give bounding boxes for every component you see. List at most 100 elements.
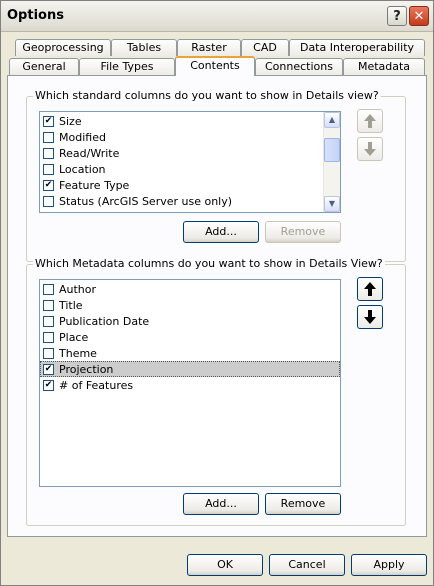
checkbox[interactable]: [43, 299, 54, 311]
close-icon: ✕: [413, 8, 425, 24]
standard-add-button[interactable]: Add...: [183, 221, 259, 243]
help-icon: ?: [393, 8, 401, 24]
list-item-label: Author: [59, 282, 97, 296]
tab-label: Geoprocessing: [22, 41, 104, 54]
checkbox[interactable]: [43, 283, 54, 295]
list-item-label: Modified: [59, 130, 106, 144]
list-item-label: Theme: [59, 346, 97, 360]
chevron-up-icon: ▲: [328, 115, 336, 124]
checkbox[interactable]: [43, 315, 54, 327]
metadata-remove-button[interactable]: Remove: [265, 493, 341, 515]
tab-data-interoperability[interactable]: Data Interoperability: [289, 39, 425, 56]
standard-move-up-button[interactable]: [357, 109, 383, 133]
tab-connections[interactable]: Connections: [255, 58, 343, 75]
apply-button[interactable]: Apply: [351, 554, 427, 576]
checkbox[interactable]: [43, 347, 54, 359]
tab-label: Raster: [191, 41, 227, 54]
metadata-columns-rows: Author Title Publication Date Place Theme ✔ Pr…: [40, 280, 340, 393]
tab-file-types[interactable]: File Types: [79, 58, 175, 75]
checkbox[interactable]: [43, 131, 54, 143]
list-item-label: # of Features: [59, 378, 134, 392]
title-bar: Options ? ✕: [1, 1, 433, 32]
metadata-columns-group: Which Metadata columns do you want to sh…: [26, 257, 406, 526]
tab-cad[interactable]: CAD: [241, 39, 289, 56]
chevron-down-icon: ▼: [328, 199, 336, 208]
tab-metadata[interactable]: Metadata: [343, 58, 425, 75]
tab-geoprocessing[interactable]: Geoprocessing: [15, 39, 111, 56]
button-label: Add...: [205, 225, 237, 238]
list-item[interactable]: Modified: [40, 129, 340, 145]
list-item[interactable]: Publication Date: [40, 313, 340, 329]
list-item[interactable]: Read/Write: [40, 145, 340, 161]
metadata-move-down-button[interactable]: [357, 305, 383, 329]
list-item-label: Feature Type: [59, 178, 130, 192]
list-item-label: Size: [59, 114, 82, 128]
close-button[interactable]: ✕: [409, 6, 429, 26]
scroll-down-button[interactable]: ▼: [324, 196, 340, 212]
standard-columns-group: Which standard columns do you want to sh…: [26, 89, 406, 262]
arrow-down-icon: [364, 142, 376, 156]
tab-tables[interactable]: Tables: [111, 39, 177, 56]
list-item[interactable]: Author: [40, 281, 340, 297]
tab-label: Data Interoperability: [299, 41, 415, 54]
ok-button[interactable]: OK: [187, 554, 263, 576]
tab-contents[interactable]: Contents: [175, 56, 255, 76]
metadata-columns-list[interactable]: Author Title Publication Date Place Theme ✔ Pr…: [39, 279, 341, 487]
checkbox[interactable]: ✔: [43, 115, 54, 127]
help-button[interactable]: ?: [387, 6, 407, 26]
list-item-label: Status (ArcGIS Server use only): [59, 194, 233, 208]
list-item-label: Read/Write: [59, 146, 120, 160]
button-label: OK: [217, 558, 233, 571]
arrow-down-icon: [364, 310, 376, 324]
standard-columns-scrollbar[interactable]: ▲ ▼: [323, 112, 340, 212]
button-label: Apply: [373, 558, 405, 571]
cancel-button[interactable]: Cancel: [269, 554, 345, 576]
tab-general[interactable]: General: [9, 58, 79, 75]
scroll-up-button[interactable]: ▲: [324, 112, 340, 128]
list-item[interactable]: Title: [40, 297, 340, 313]
standard-remove-button[interactable]: Remove: [265, 221, 341, 243]
list-item-label: Publication Date: [59, 314, 150, 328]
tab-label: Metadata: [357, 60, 411, 73]
checkbox[interactable]: [43, 331, 54, 343]
checkbox[interactable]: ✔: [43, 179, 54, 191]
list-item[interactable]: ✔ Projection: [40, 361, 340, 377]
standard-move-down-button[interactable]: [357, 137, 383, 161]
list-item-label: Title: [59, 298, 83, 312]
tab-label: General: [22, 60, 66, 73]
tab-label: File Types: [100, 60, 154, 73]
list-item-label: Projection: [59, 362, 114, 376]
tab-label: CAD: [253, 41, 277, 54]
list-item[interactable]: ✔ # of Features: [40, 377, 340, 393]
window-title: Options: [7, 8, 64, 23]
standard-columns-list[interactable]: ✔ Size Modified Read/Write Location ✔ Feature …: [39, 111, 341, 213]
checkbox[interactable]: ✔: [43, 363, 54, 375]
list-item[interactable]: Status (ArcGIS Server use only): [40, 193, 340, 209]
checkbox[interactable]: [43, 163, 54, 175]
checkbox[interactable]: ✔: [43, 379, 54, 391]
contents-tab-panel: Which standard columns do you want to sh…: [7, 75, 427, 537]
tab-label: Contents: [190, 59, 240, 72]
list-item[interactable]: Theme: [40, 345, 340, 361]
checkbox[interactable]: [43, 147, 54, 159]
arrow-up-icon: [364, 114, 376, 128]
button-label: Remove: [280, 225, 326, 238]
list-item[interactable]: ✔ Feature Type: [40, 177, 340, 193]
arrow-up-icon: [364, 282, 376, 296]
list-item-label: Place: [59, 330, 89, 344]
list-item[interactable]: ✔ Size: [40, 113, 340, 129]
options-dialog: Options ? ✕ Geoprocessing Tables Raster …: [0, 0, 434, 586]
metadata-add-button[interactable]: Add...: [183, 493, 259, 515]
metadata-move-up-button[interactable]: [357, 277, 383, 301]
checkbox[interactable]: [43, 195, 54, 207]
standard-columns-prompt: Which standard columns do you want to sh…: [33, 89, 381, 102]
tab-raster[interactable]: Raster: [177, 39, 241, 56]
tab-label: Connections: [265, 60, 333, 73]
scroll-thumb[interactable]: [324, 138, 340, 162]
button-label: Add...: [205, 497, 237, 510]
list-item[interactable]: Location: [40, 161, 340, 177]
button-label: Remove: [280, 497, 326, 510]
tab-label: Tables: [126, 41, 162, 54]
list-item[interactable]: Place: [40, 329, 340, 345]
metadata-columns-prompt: Which Metadata columns do you want to sh…: [33, 257, 385, 270]
